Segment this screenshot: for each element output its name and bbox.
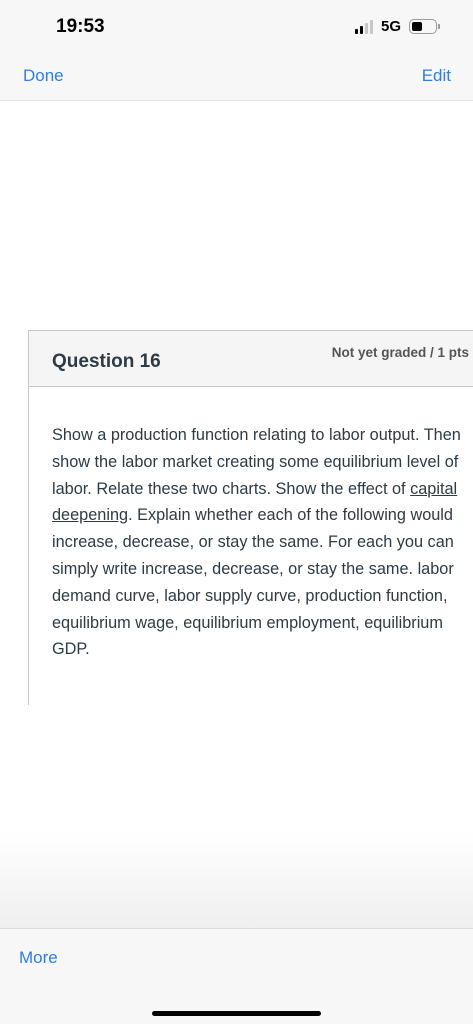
network-type: 5G bbox=[380, 18, 401, 35]
question-title: Question 16 bbox=[52, 351, 161, 372]
status-time: 19:53 bbox=[56, 16, 105, 37]
home-indicator[interactable] bbox=[152, 1011, 321, 1016]
question-text-part-1: Show a production function relating to l… bbox=[52, 426, 461, 498]
battery-level bbox=[412, 22, 422, 31]
question-text-part-2: . Explain whether each of the following … bbox=[52, 506, 454, 659]
signal-icon bbox=[354, 19, 373, 34]
more-button[interactable]: More bbox=[19, 948, 58, 968]
edit-button[interactable]: Edit bbox=[422, 66, 451, 86]
top-bar: 19:53 5G Done Edit bbox=[0, 0, 473, 101]
done-button[interactable]: Done bbox=[23, 66, 64, 86]
question-text: Show a production function relating to l… bbox=[52, 422, 470, 663]
question-body: Show a production function relating to l… bbox=[28, 387, 473, 705]
battery-icon bbox=[409, 19, 440, 34]
bottom-fade bbox=[0, 830, 473, 928]
bottom-toolbar: More bbox=[0, 928, 473, 1024]
question-header: Question 16 Not yet graded / 1 pts bbox=[28, 330, 473, 387]
status-indicators: 5G bbox=[354, 18, 440, 35]
grading-status: Not yet graded / 1 pts bbox=[331, 345, 469, 360]
